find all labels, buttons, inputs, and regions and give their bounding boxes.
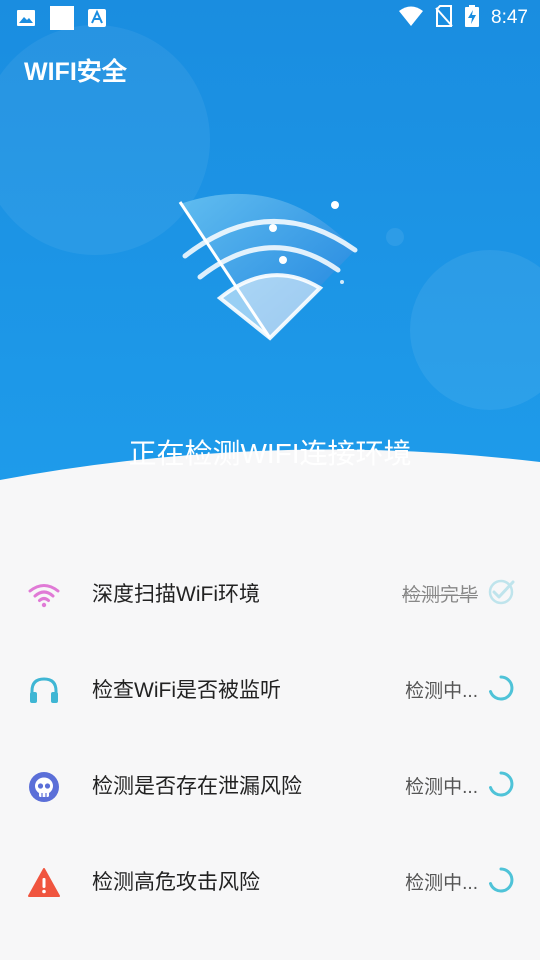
check-label: 深度扫描WiFi环境 bbox=[92, 583, 260, 606]
check-status: 检测完毕 bbox=[401, 585, 478, 606]
check-item-eavesdrop: 检查WiFi是否被监听 检测中... bbox=[0, 641, 540, 737]
check-status: 检测中... bbox=[405, 681, 478, 702]
wifi-radar-icon bbox=[178, 193, 358, 341]
warning-icon bbox=[28, 868, 60, 897]
wifi-icon bbox=[28, 584, 60, 608]
status-bar: 8:47 bbox=[0, 0, 540, 36]
headset-icon bbox=[30, 677, 58, 703]
check-list: 深度扫描WiFi环境 检测完毕 检查WiFi是否被监听 检测中... 检测是否存… bbox=[0, 545, 540, 929]
check-status: 检测中... bbox=[405, 777, 478, 798]
check-label: 检查WiFi是否被监听 bbox=[92, 679, 281, 702]
loading-spinner-icon bbox=[489, 867, 514, 893]
loading-spinner-icon bbox=[489, 771, 514, 797]
check-label: 检测是否存在泄漏风险 bbox=[92, 775, 302, 798]
skull-icon bbox=[29, 772, 59, 802]
scan-status-text: 正在检测WIFI连接环境 bbox=[128, 438, 412, 469]
loading-spinner-icon bbox=[489, 675, 514, 701]
battery-charging-icon bbox=[465, 5, 480, 31]
status-time: 8:47 bbox=[491, 7, 528, 28]
square-icon bbox=[50, 6, 74, 34]
check-label: 检测高危攻击风险 bbox=[92, 871, 260, 894]
hero-header: 8:47 WIFI安全 正在检测WIFI连接环境 bbox=[0, 0, 540, 560]
font-icon bbox=[88, 8, 106, 32]
page-title: WIFI安全 bbox=[24, 58, 127, 86]
check-status: 检测中... bbox=[405, 873, 478, 894]
no-sim-icon bbox=[435, 5, 453, 31]
check-item-leak-risk: 检测是否存在泄漏风险 检测中... bbox=[0, 737, 540, 833]
check-done-icon bbox=[488, 579, 515, 605]
check-item-attack-risk: 检测高危攻击风险 检测中... bbox=[0, 833, 540, 929]
image-icon bbox=[16, 8, 36, 32]
wifi-signal-icon bbox=[399, 6, 424, 30]
check-item-deep-scan: 深度扫描WiFi环境 检测完毕 bbox=[0, 545, 540, 641]
